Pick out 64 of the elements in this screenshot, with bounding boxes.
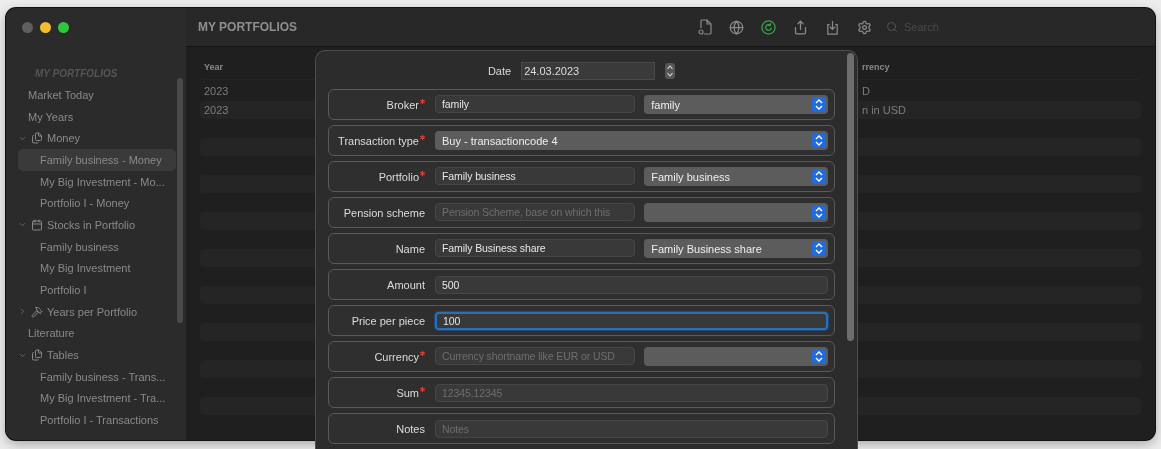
input-field[interactable]: family [435, 95, 636, 113]
field-label: Sum [396, 386, 419, 399]
sidebar-item[interactable]: Literature [18, 322, 176, 345]
calendar-icon [31, 218, 43, 231]
sidebar-item[interactable]: Family business - Money [18, 149, 176, 171]
documents-icon [31, 349, 43, 362]
sidebar-item[interactable]: My Big Investment - Tra... [18, 387, 176, 410]
column-header: Year [203, 62, 224, 72]
sidebar-item[interactable]: My Years [18, 105, 176, 128]
select-dropdown[interactable]: family [644, 95, 828, 114]
sidebar-item[interactable]: Stocks in Portfolio [18, 214, 176, 236]
popup-arrows-icon [812, 169, 826, 184]
field-label: Broker [386, 98, 419, 111]
popup-arrows-icon [812, 97, 826, 112]
field-label: Portfolio [378, 170, 419, 183]
input-field[interactable]: 100 [435, 311, 828, 330]
field-label: Pension scheme [343, 206, 425, 219]
hammer-icon [31, 305, 43, 318]
scrollbar-thumb[interactable] [847, 53, 854, 341]
scrollbar-thumb[interactable] [177, 78, 183, 323]
window-title: MY PORTFOLIOS [198, 20, 299, 34]
sidebar-item[interactable]: Money [18, 127, 176, 150]
table-cell: D [862, 85, 870, 98]
share-icon[interactable] [793, 19, 808, 35]
popup-arrows-icon [812, 205, 826, 220]
documents-icon [31, 132, 43, 145]
stepper-icon[interactable] [665, 63, 676, 79]
select-dropdown[interactable]: Family Business share [644, 239, 828, 258]
document-icon[interactable] [698, 19, 712, 35]
sidebar-item[interactable]: My Big Investment [18, 257, 176, 280]
field-label: Transaction type [338, 134, 419, 147]
sidebar-item[interactable]: My Big Investment - Mo... [18, 170, 176, 193]
field-label: Amount [387, 278, 425, 291]
table-cell-text: 2023 [203, 103, 229, 116]
popup-arrows-icon [812, 349, 826, 364]
select-dropdown[interactable]: Buy - transactioncode 4 [435, 131, 828, 150]
field-label: Notes [396, 422, 425, 435]
close-window-button[interactable] [22, 21, 33, 33]
field-label: Date [487, 65, 512, 77]
input-field[interactable]: Family business [435, 167, 636, 185]
sidebar-item[interactable]: Market Today [18, 84, 176, 106]
field-label: Name [395, 242, 425, 255]
input-field[interactable]: 500 [435, 275, 828, 294]
sidebar-item[interactable]: Family business - Trans... [18, 365, 176, 388]
table-cell: n in USD [862, 103, 907, 116]
search-icon [886, 21, 898, 33]
sidebar-item[interactable]: Years per Portfolio [18, 300, 176, 323]
sync-icon[interactable] [761, 19, 776, 35]
select-dropdown[interactable]: Family business [644, 167, 828, 186]
input-field[interactable]: Family Business share [435, 239, 636, 257]
sidebar-item[interactable]: Family business [18, 235, 176, 258]
table-cell-text: 2023 [203, 85, 229, 98]
download-tray-icon[interactable] [825, 19, 840, 35]
popup-arrows-icon [812, 133, 826, 148]
settings-icon[interactable] [857, 19, 872, 35]
field-label: Currency [374, 350, 419, 363]
column-header: rrency [862, 62, 890, 72]
sidebar-item[interactable]: Tables [18, 344, 176, 366]
minimize-window-button[interactable] [40, 21, 51, 33]
date-field[interactable]: 24.03.2023 [521, 62, 656, 80]
globe-icon[interactable] [729, 19, 744, 35]
field-label: Price per piece [351, 314, 425, 327]
popup-arrows-icon [812, 241, 826, 256]
zoom-window-button[interactable] [58, 21, 69, 33]
